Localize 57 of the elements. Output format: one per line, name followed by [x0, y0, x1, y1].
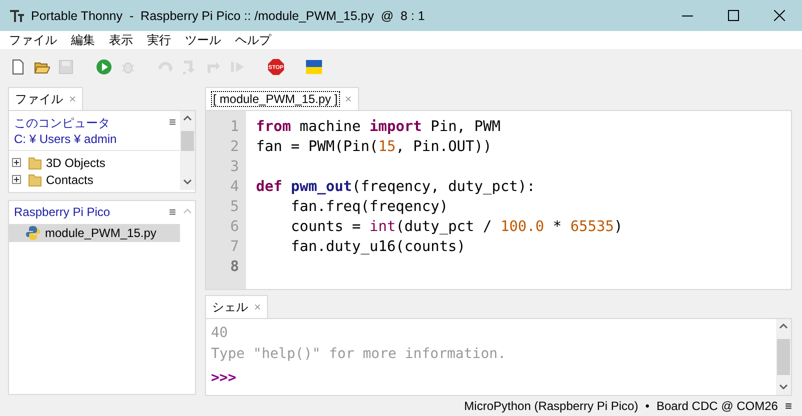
- interpreter-label[interactable]: MicroPython (Raspberry Pi Pico): [464, 398, 638, 412]
- menu-item[interactable]: 表示: [102, 32, 140, 48]
- expand-icon[interactable]: [12, 175, 21, 184]
- line-number: 4: [229, 178, 240, 197]
- folder-name: 3D Objects: [46, 156, 106, 170]
- tab[interactable]: ファイル ×: [8, 87, 84, 110]
- line-number: 7: [229, 238, 240, 257]
- maximize-icon[interactable]: [728, 10, 738, 21]
- shell-output: 40: [211, 324, 229, 343]
- code-line: fan.duty_u16(counts): [290, 238, 467, 257]
- window-title: Portable Thonny - Raspberry Pi Pico :: /module_PWM_15.py @ 8 : 1: [31, 8, 426, 22]
- shell-output: Type "help()" for more information.: [211, 345, 508, 364]
- menu-item[interactable]: 実行: [140, 32, 178, 48]
- line-number: 1: [229, 118, 240, 137]
- file-name: module_PWM_15.py: [45, 226, 156, 240]
- code-line: def pwm_out(freqency, duty_pct):: [256, 178, 536, 197]
- folder-icon: [28, 172, 42, 186]
- new-file-icon[interactable]: [10, 58, 26, 74]
- menu-item[interactable]: ファイル: [2, 32, 64, 48]
- app-logo-icon: [9, 8, 25, 22]
- run-icon[interactable]: [96, 58, 112, 74]
- python-icon: [25, 225, 41, 241]
- code-line: fan = PWM(Pin(15, Pin.OUT)): [256, 138, 493, 157]
- folder-name: Contacts: [46, 172, 94, 186]
- flag-icon[interactable]: [306, 58, 322, 74]
- shell-prompt: >>>: [211, 369, 238, 387]
- menu-icon[interactable]: ≡: [168, 205, 176, 219]
- line-number: 8: [229, 258, 240, 277]
- code-line: fan.freq(freqency): [290, 198, 450, 217]
- scrollbar[interactable]: [180, 111, 195, 190]
- port-label[interactable]: Board CDC @ COM26: [656, 398, 778, 412]
- tab-label: ファイル: [15, 90, 63, 108]
- menu-item[interactable]: ツール: [178, 32, 228, 48]
- menu-icon[interactable]: ≡: [784, 398, 792, 412]
- separator-dot: •: [645, 398, 650, 412]
- panel-title: このコンピュータ: [14, 115, 110, 132]
- tree-item[interactable]: Contacts: [9, 171, 180, 188]
- tab[interactable]: [ module_PWM_15.py ] ×: [205, 87, 359, 110]
- folder-icon: [28, 156, 42, 170]
- panel-title: Raspberry Pi Pico: [14, 205, 110, 219]
- tab-label: シェル: [212, 298, 248, 316]
- code-line: counts = int(duty_pct / 100.0 * 65535): [290, 218, 624, 237]
- line-number: 3: [229, 158, 240, 177]
- tab-label: [ module_PWM_15.py ]: [212, 92, 339, 106]
- expand-icon[interactable]: [12, 158, 21, 167]
- line-number: 6: [229, 218, 240, 237]
- tab[interactable]: シェル ×: [205, 295, 268, 318]
- menu-icon[interactable]: ≡: [168, 115, 176, 132]
- scrollbar[interactable]: [776, 319, 791, 395]
- menu-item[interactable]: 編集: [64, 32, 102, 48]
- file-item[interactable]: module_PWM_15.py: [9, 224, 180, 242]
- tree-item[interactable]: 3D Objects: [9, 154, 180, 171]
- line-number: 5: [229, 198, 240, 217]
- line-number: 2: [229, 138, 240, 157]
- close-icon[interactable]: [774, 10, 784, 21]
- menu-item[interactable]: ヘルプ: [228, 32, 278, 48]
- code-line: from machine import Pin, PWM: [256, 118, 502, 137]
